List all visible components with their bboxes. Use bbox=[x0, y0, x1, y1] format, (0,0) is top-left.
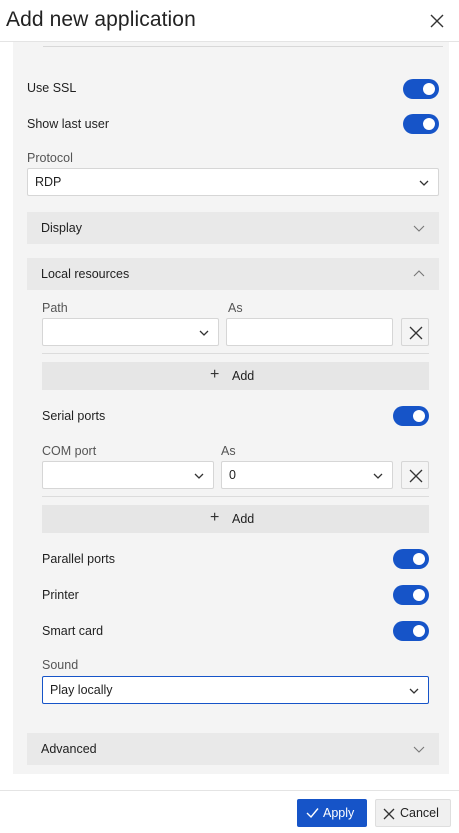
plus-icon: + bbox=[210, 509, 220, 526]
com-as-select[interactable]: 0 bbox=[221, 461, 393, 489]
parallel-ports-toggle[interactable] bbox=[393, 549, 429, 569]
chevron-down-icon bbox=[409, 688, 419, 694]
close-button[interactable] bbox=[425, 9, 449, 33]
chevron-down-icon bbox=[199, 330, 209, 336]
com-port-select[interactable] bbox=[42, 461, 214, 489]
com-as-value: 0 bbox=[229, 468, 236, 482]
section-display[interactable]: Display bbox=[27, 212, 439, 244]
cancel-button[interactable]: Cancel bbox=[375, 799, 451, 827]
close-icon bbox=[383, 808, 395, 820]
serial-ports-label: Serial ports bbox=[42, 409, 106, 423]
com-port-label: COM port bbox=[42, 444, 97, 458]
use-ssl-toggle[interactable] bbox=[403, 79, 439, 99]
dialog-body[interactable]: Use SSL Show last user Protocol RDP Disp… bbox=[0, 42, 459, 790]
section-advanced[interactable]: Advanced bbox=[27, 733, 439, 765]
serial-ports-toggle[interactable] bbox=[393, 406, 429, 426]
section-local-resources[interactable]: Local resources bbox=[27, 258, 439, 290]
chevron-down-icon bbox=[413, 225, 425, 232]
sound-value: Play locally bbox=[50, 683, 113, 697]
chevron-up-icon bbox=[413, 270, 425, 277]
path-label: Path bbox=[42, 301, 68, 315]
section-display-title: Display bbox=[41, 221, 82, 235]
section-local-resources-title: Local resources bbox=[41, 267, 130, 281]
divider bbox=[42, 496, 429, 497]
path-as-input[interactable] bbox=[226, 318, 393, 346]
close-icon bbox=[409, 469, 423, 483]
dialog-header: Add new application bbox=[0, 0, 459, 42]
parallel-ports-label: Parallel ports bbox=[42, 552, 115, 566]
as-label: As bbox=[228, 301, 243, 315]
chevron-down-icon bbox=[194, 473, 204, 479]
divider bbox=[43, 46, 443, 47]
remove-com-button[interactable] bbox=[401, 461, 429, 489]
protocol-value: RDP bbox=[35, 175, 62, 189]
show-last-user-label: Show last user bbox=[27, 117, 109, 131]
apply-label: Apply bbox=[323, 806, 355, 820]
divider bbox=[42, 353, 429, 354]
chevron-down-icon bbox=[413, 746, 425, 753]
show-last-user-toggle[interactable] bbox=[403, 114, 439, 134]
add-com-label: Add bbox=[232, 512, 255, 526]
cancel-label: Cancel bbox=[400, 806, 439, 820]
remove-path-button[interactable] bbox=[401, 318, 429, 346]
com-as-label: As bbox=[221, 444, 236, 458]
path-select[interactable] bbox=[42, 318, 219, 346]
protocol-select[interactable]: RDP bbox=[27, 168, 439, 196]
add-com-button[interactable]: + Add bbox=[42, 505, 429, 533]
use-ssl-label: Use SSL bbox=[27, 81, 77, 95]
sound-select[interactable]: Play locally bbox=[42, 676, 429, 704]
printer-label: Printer bbox=[42, 588, 79, 602]
chevron-down-icon bbox=[419, 180, 429, 186]
apply-button[interactable]: Apply bbox=[297, 799, 367, 827]
close-icon bbox=[409, 326, 423, 340]
smart-card-label: Smart card bbox=[42, 624, 104, 638]
dialog-footer: Apply Cancel bbox=[0, 790, 459, 833]
protocol-label: Protocol bbox=[27, 151, 73, 165]
chevron-down-icon bbox=[373, 473, 383, 479]
plus-icon: + bbox=[210, 366, 220, 383]
add-path-button[interactable]: + Add bbox=[42, 362, 429, 390]
add-path-label: Add bbox=[232, 369, 255, 383]
dialog-title: Add new application bbox=[6, 8, 196, 31]
section-advanced-title: Advanced bbox=[41, 742, 97, 756]
close-icon bbox=[430, 14, 444, 28]
check-icon bbox=[306, 808, 319, 819]
printer-toggle[interactable] bbox=[393, 585, 429, 605]
sound-label: Sound bbox=[42, 658, 79, 672]
smart-card-toggle[interactable] bbox=[393, 621, 429, 641]
